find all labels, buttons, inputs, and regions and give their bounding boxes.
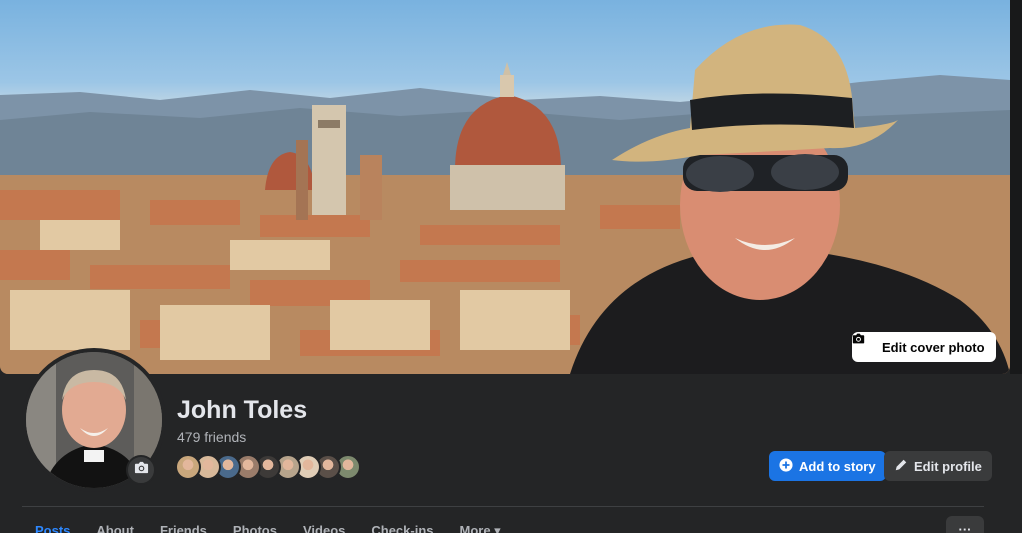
page-scroll-gutter xyxy=(1010,0,1022,374)
tab-posts[interactable]: Posts xyxy=(22,520,83,533)
camera-icon xyxy=(852,333,876,354)
header-divider xyxy=(22,506,984,507)
edit-cover-photo-button[interactable]: Edit cover photo xyxy=(852,332,996,362)
add-to-story-button[interactable]: Add to story xyxy=(769,451,886,481)
tab-check-ins[interactable]: Check-ins xyxy=(358,520,446,533)
camera-icon xyxy=(134,460,149,480)
edit-profile-button[interactable]: Edit profile xyxy=(884,451,992,481)
more-options-button[interactable]: ··· xyxy=(946,516,984,533)
cover-photo[interactable]: Edit cover photo xyxy=(0,0,1010,374)
tab-about[interactable]: About xyxy=(83,520,147,533)
plus-circle-icon xyxy=(779,457,793,475)
friend-avatar[interactable] xyxy=(175,454,201,480)
tab-friends[interactable]: Friends xyxy=(147,520,220,533)
tab-videos[interactable]: Videos xyxy=(290,520,358,533)
profile-name: John Toles xyxy=(177,396,308,424)
profile-page: Edit cover photo John Toles 479 friends xyxy=(0,0,1022,533)
friend-avatars-row[interactable] xyxy=(175,454,361,482)
edit-cover-photo-label: Edit cover photo xyxy=(882,339,985,355)
add-to-story-label: Add to story xyxy=(799,458,876,474)
profile-tabs: Posts About Friends Photos Videos Check-ins Mo… xyxy=(22,520,514,533)
tab-photos[interactable]: Photos xyxy=(220,520,290,533)
cover-photo-illustration xyxy=(0,24,1010,374)
tab-more[interactable]: More ▾ xyxy=(447,520,514,533)
update-profile-picture-button[interactable] xyxy=(126,455,156,485)
pencil-icon xyxy=(894,458,908,475)
edit-profile-label: Edit profile xyxy=(914,458,982,474)
friends-count-link[interactable]: 479 friends xyxy=(177,429,246,445)
